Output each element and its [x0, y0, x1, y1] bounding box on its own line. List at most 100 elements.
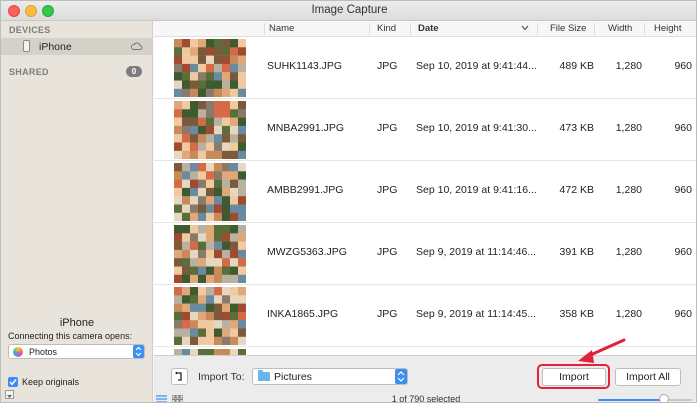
column-header-name[interactable]: Name: [269, 23, 294, 34]
connecting-opens-label: Connecting this camera opens:: [8, 331, 133, 341]
mosaic-tile: [190, 204, 199, 213]
mosaic-tile: [206, 303, 215, 313]
sidebar: DEVICES iPhone SHARED 0 iPhone Connectin…: [1, 21, 153, 402]
mosaic-tile: [198, 212, 207, 221]
mosaic-tile: [174, 63, 183, 73]
mosaic-tile: [190, 150, 199, 159]
mosaic-tile: [174, 320, 183, 329]
keep-originals-checkbox[interactable]: [8, 377, 18, 387]
mosaic-tile: [238, 142, 246, 151]
folder-icon: [258, 370, 270, 381]
mosaic-tile: [214, 241, 223, 251]
mosaic-tile: [214, 101, 223, 110]
mosaic-tile: [214, 134, 223, 143]
mosaic-tile: [230, 163, 239, 172]
mosaic-tile: [198, 88, 207, 97]
mosaic-tile: [238, 328, 246, 337]
checkmark-icon: [9, 379, 17, 386]
mosaic-tile: [190, 328, 199, 337]
mosaic-tile: [230, 63, 239, 73]
rotate-button[interactable]: [171, 368, 188, 385]
mosaic-tile: [238, 134, 246, 143]
mosaic-tile: [198, 171, 207, 180]
table-row[interactable]: SUHK1143.JPG JPG Sep 10, 2019 at 9:41:44…: [154, 37, 696, 99]
mosaic-tile: [182, 80, 191, 89]
mosaic-tile: [230, 39, 239, 48]
mosaic-tile: [174, 163, 183, 172]
column-separator: [644, 23, 645, 35]
mosaic-tile: [222, 39, 231, 48]
open-with-value: Photos: [29, 347, 58, 357]
mosaic-tile: [182, 171, 191, 180]
mosaic-tile: [206, 287, 215, 296]
mosaic-tile: [198, 179, 207, 189]
mosaic-tile: [206, 142, 215, 151]
mosaic-tile: [198, 241, 207, 251]
mosaic-tile: [222, 204, 231, 213]
mosaic-tile: [206, 101, 215, 110]
mosaic-tile: [230, 134, 239, 143]
column-header-height[interactable]: Height: [654, 23, 681, 34]
mosaic-tile: [238, 212, 246, 221]
table-row[interactable]: AMBB2991.JPG JPG Sep 10, 2019 at 9:41:16…: [154, 161, 696, 223]
file-height: 960: [674, 122, 692, 134]
mosaic-tile: [238, 72, 246, 81]
mosaic-tile: [206, 225, 215, 234]
photo-thumbnail: [174, 101, 246, 159]
mosaic-tile: [206, 196, 215, 205]
mosaic-tile: [238, 101, 246, 110]
mosaic-tile: [190, 142, 199, 151]
mosaic-tile: [230, 109, 239, 118]
mosaic-tile: [174, 117, 183, 127]
thumbnail-size-slider-knob[interactable]: [658, 394, 669, 402]
mosaic-tile: [222, 134, 231, 143]
mosaic-tile: [174, 196, 183, 205]
mosaic-tile: [206, 88, 215, 97]
file-date: Sep 9, 2019 at 11:14:45...: [416, 308, 537, 320]
file-kind: JPG: [377, 60, 398, 72]
mosaic-tile: [214, 179, 223, 189]
mosaic-tile: [182, 39, 191, 48]
mosaic-tile: [238, 233, 246, 242]
mosaic-tile: [222, 47, 231, 56]
mosaic-tile: [174, 80, 183, 89]
mosaic-tile: [230, 117, 239, 127]
mosaic-tile: [222, 80, 231, 89]
mosaic-tile: [230, 266, 239, 275]
mosaic-tile: [214, 274, 223, 283]
file-size: 391 KB: [559, 246, 594, 258]
import-all-button[interactable]: Import All: [615, 368, 681, 386]
mosaic-tile: [174, 72, 183, 81]
import-button[interactable]: Import: [542, 368, 606, 386]
sidebar-toggle-button[interactable]: [5, 390, 14, 399]
column-header-date[interactable]: Date: [418, 23, 439, 34]
table-row[interactable]: MWZG5363.JPG JPG Sep 9, 2019 at 11:14:46…: [154, 223, 696, 285]
mosaic-tile: [174, 187, 183, 197]
mosaic-tile: [222, 274, 231, 283]
mosaic-tile: [206, 187, 215, 197]
open-with-select[interactable]: Photos: [8, 344, 145, 359]
mosaic-tile: [190, 311, 199, 321]
sidebar-item-iphone[interactable]: iPhone: [1, 38, 153, 55]
mosaic-tile: [182, 204, 191, 213]
column-header-file-size[interactable]: File Size: [550, 23, 586, 34]
table-row[interactable]: MNBA2991.JPG JPG Sep 10, 2019 at 9:41:30…: [154, 99, 696, 161]
mosaic-tile: [238, 287, 246, 296]
mosaic-tile: [206, 125, 215, 135]
sidebar-item-label: iPhone: [39, 41, 72, 53]
mosaic-tile: [190, 55, 199, 65]
mosaic-tile: [214, 171, 223, 180]
mosaic-tile: [198, 311, 207, 321]
column-header-kind[interactable]: Kind: [377, 23, 396, 34]
column-header-width[interactable]: Width: [608, 23, 632, 34]
mosaic-tile: [230, 125, 239, 135]
import-destination-select[interactable]: Pictures: [252, 368, 408, 385]
mosaic-tile: [222, 171, 231, 180]
mosaic-tile: [214, 80, 223, 89]
devices-heading: DEVICES: [9, 25, 51, 35]
mosaic-tile: [174, 258, 183, 267]
mosaic-tile: [174, 39, 183, 48]
mosaic-tile: [222, 196, 231, 205]
mosaic-tile: [182, 109, 191, 118]
mosaic-tile: [182, 328, 191, 337]
